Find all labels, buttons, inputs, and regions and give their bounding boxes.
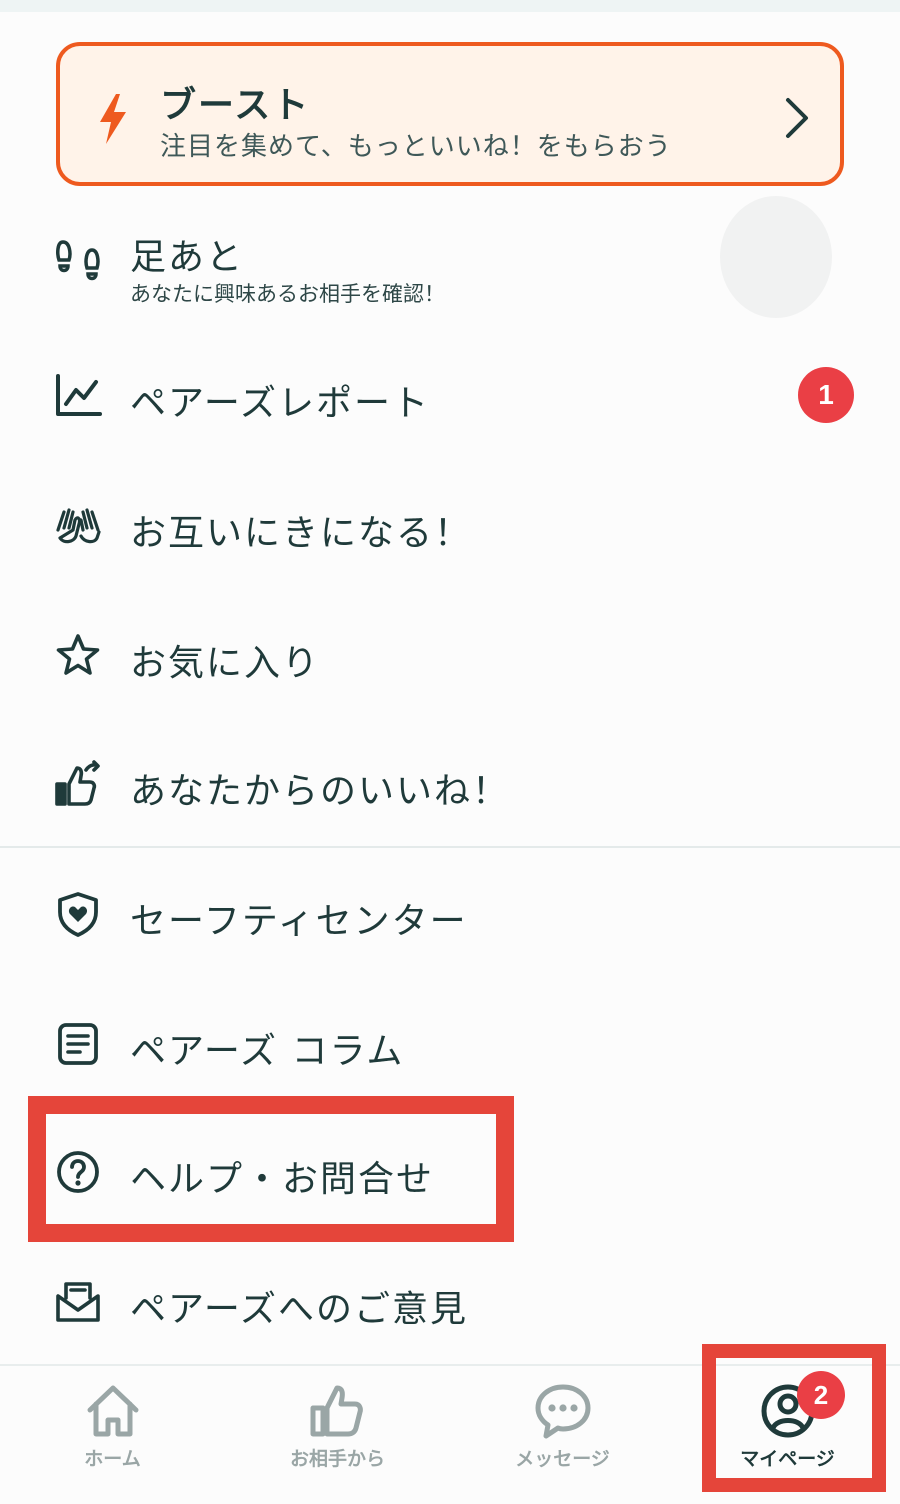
menu-item-mutual-interest[interactable]: お互いにきになる！	[0, 470, 900, 580]
tab-home-label: ホーム	[84, 1448, 141, 1470]
footprints-sub: あなたに興味あるお相手を確認！	[130, 282, 445, 306]
menu-item-feedback[interactable]: ペアーズへのご意見	[0, 1246, 900, 1356]
tab-from-partner[interactable]: お相手から	[225, 1366, 450, 1504]
chat-bubble-icon	[535, 1384, 591, 1439]
chevron-right-icon	[786, 98, 808, 138]
column-label: ペアーズ コラム	[130, 1031, 405, 1072]
menu-item-sent-likes[interactable]: あなたからのいいね！	[0, 728, 900, 838]
boost-title: ブースト	[160, 85, 311, 126]
high-five-icon	[56, 508, 101, 544]
decorative-circle	[720, 196, 832, 318]
boost-subtitle: 注目を集めて、もっといいね！をもらおう	[160, 132, 672, 162]
thumbs-up-icon	[310, 1385, 363, 1437]
help-highlight-box	[28, 1096, 514, 1242]
section-divider	[0, 846, 900, 848]
tab-messages-label: メッセージ	[515, 1448, 610, 1470]
mypage-highlight-box	[702, 1344, 886, 1492]
footprints-icon	[56, 240, 100, 281]
top-strip	[0, 0, 900, 12]
notification-badge: 1	[798, 367, 854, 423]
tab-from-partner-label: お相手から	[289, 1448, 385, 1470]
mail-feedback-icon	[56, 1282, 100, 1322]
star-icon	[56, 634, 100, 675]
feedback-label: ペアーズへのご意見	[130, 1289, 469, 1330]
menu-item-column[interactable]: ペアーズ コラム	[0, 988, 900, 1098]
home-icon	[87, 1385, 139, 1437]
boost-banner[interactable]: ブースト 注目を集めて、もっといいね！をもらおう	[56, 42, 844, 186]
sent-likes-label: あなたからのいいね！	[130, 771, 511, 812]
article-icon	[58, 1023, 98, 1065]
tab-home[interactable]: ホーム	[0, 1366, 225, 1504]
menu-item-report[interactable]: ペアーズレポート 1	[0, 340, 900, 450]
lightning-icon	[100, 94, 126, 144]
footprints-label: 足あと	[130, 237, 245, 278]
menu-item-footprints[interactable]: 足あと あなたに興味あるお相手を確認！	[0, 196, 900, 320]
tab-messages[interactable]: メッセージ	[450, 1366, 675, 1504]
menu-item-safety-center[interactable]: セーフティセンター	[0, 858, 900, 968]
chart-line-icon	[56, 374, 102, 416]
menu-item-favorites[interactable]: お気に入り	[0, 600, 900, 710]
report-label: ペアーズレポート	[130, 383, 431, 424]
thumbs-up-send-icon	[55, 760, 100, 806]
mutual-label: お互いにきになる！	[130, 513, 473, 554]
shield-heart-icon	[58, 892, 98, 937]
safety-label: セーフティセンター	[130, 901, 468, 942]
favorites-label: お気に入り	[130, 643, 321, 684]
